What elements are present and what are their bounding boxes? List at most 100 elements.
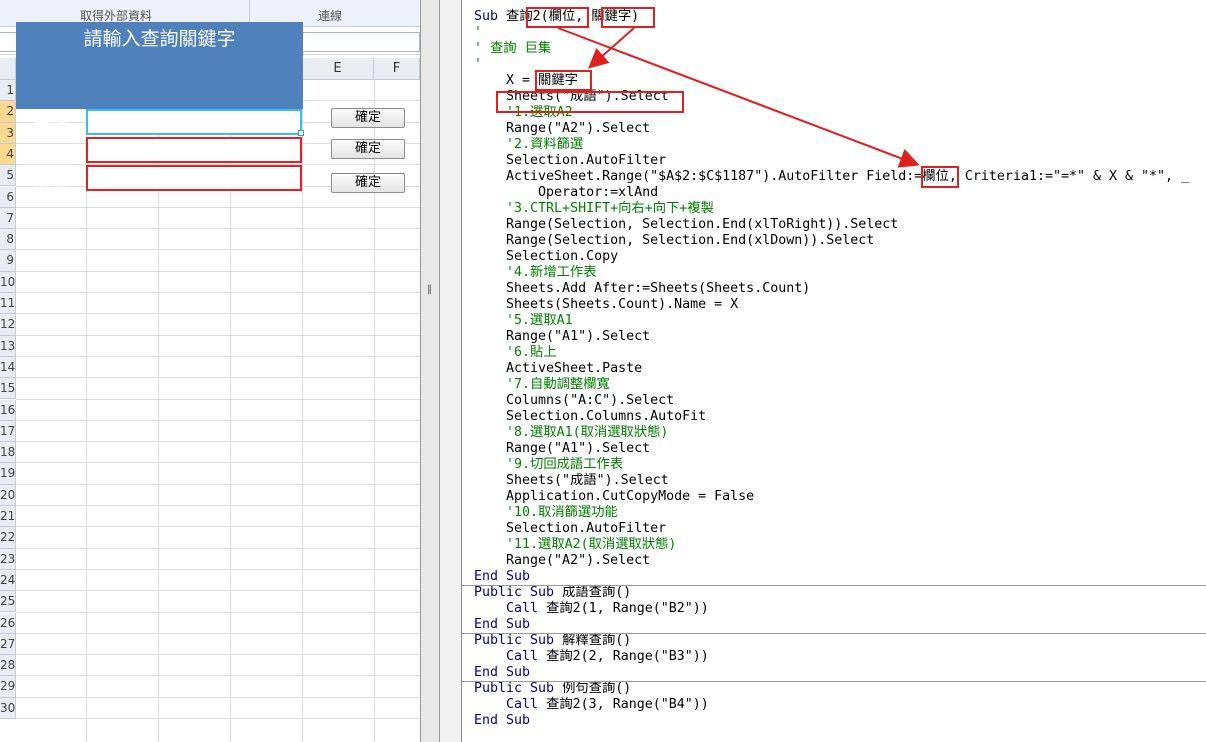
- meaning-input-cell[interactable]: [86, 137, 302, 163]
- row-header[interactable]: 23: [0, 548, 16, 570]
- window-splitter[interactable]: ‖: [420, 0, 440, 742]
- label-meaning: 解釋: [31, 145, 70, 167]
- code-comment-line[interactable]: ': [474, 25, 482, 41]
- code-comment-line[interactable]: '9.切回成語工作表: [474, 457, 623, 473]
- vba-code-window[interactable]: Sub 查詢2(欄位, 關鍵字) ' ' 查詢 巨集 ' X = 關鍵字 Sheets…: [462, 0, 1206, 742]
- code-comment-line[interactable]: '2.資料篩選: [474, 137, 583, 153]
- row-header[interactable]: 21: [0, 506, 16, 528]
- idiom-input-cell[interactable]: [86, 109, 302, 135]
- row-header[interactable]: 8: [0, 229, 16, 251]
- code-margin-bar[interactable]: [440, 0, 462, 742]
- highlight-field-param: [526, 7, 589, 28]
- code-line[interactable]: Call 查詢2(3, Range("B4")): [474, 697, 709, 713]
- gridline: [16, 505, 420, 506]
- code-line[interactable]: Selection.Columns.AutoFit: [474, 409, 706, 425]
- code-comment-line[interactable]: '5.選取A1: [474, 313, 573, 329]
- row-header[interactable]: 29: [0, 676, 16, 698]
- code-line[interactable]: Public Sub 成語查詢(): [474, 585, 631, 601]
- row-header[interactable]: 16: [0, 399, 16, 421]
- code-line[interactable]: Selection.AutoFilter: [474, 521, 666, 537]
- code-line[interactable]: End Sub: [474, 713, 530, 729]
- confirm-example-button[interactable]: 確定: [331, 173, 405, 193]
- code-line[interactable]: Selection.AutoFilter: [474, 153, 666, 169]
- code-line[interactable]: Public Sub 解釋查詢(): [474, 633, 631, 649]
- code-comment-line[interactable]: '6.貼上: [474, 345, 557, 361]
- code-comment-line[interactable]: '7.自動調整欄寬: [474, 377, 610, 393]
- code-line[interactable]: Application.CutCopyMode = False: [474, 489, 754, 505]
- row-header[interactable]: 19: [0, 463, 16, 485]
- procedure-separator: [462, 585, 1206, 586]
- confirm-idiom-button[interactable]: 確定: [331, 108, 405, 128]
- row-header[interactable]: 4: [0, 143, 16, 166]
- row-header[interactable]: 25: [0, 591, 16, 613]
- row-header[interactable]: 18: [0, 442, 16, 464]
- row-header[interactable]: 27: [0, 633, 16, 656]
- code-comment-line[interactable]: '4.新增工作表: [474, 265, 597, 281]
- row-header[interactable]: 9: [0, 250, 16, 272]
- code-line[interactable]: Range("A2").Select: [474, 121, 650, 137]
- procedure-separator: [462, 633, 1206, 634]
- row-header[interactable]: 13: [0, 335, 16, 357]
- column-header-f[interactable]: F: [374, 58, 420, 80]
- gridline: [16, 377, 420, 379]
- confirm-meaning-button[interactable]: 確定: [331, 139, 405, 159]
- code-line[interactable]: Call 查詢2(1, Range("B2")): [474, 601, 709, 617]
- row-header[interactable]: 17: [0, 420, 16, 443]
- row-header[interactable]: 2: [0, 101, 16, 123]
- code-comment-line[interactable]: ' 查詢 巨集: [474, 41, 551, 57]
- ribbon-group-connections[interactable]: 連線: [318, 7, 342, 24]
- select-all-corner[interactable]: [0, 58, 16, 80]
- row-header[interactable]: 11: [0, 293, 16, 315]
- code-line[interactable]: Range(Selection, Selection.End(xlToRight…: [474, 217, 898, 233]
- gridline: [16, 547, 420, 549]
- splitter-grip-icon[interactable]: ‖: [427, 284, 432, 295]
- row-header[interactable]: 5: [0, 165, 16, 187]
- row-header[interactable]: 15: [0, 378, 16, 400]
- code-line[interactable]: Operator:=xlAnd: [474, 185, 658, 201]
- row-header[interactable]: 6: [0, 186, 16, 208]
- code-comment-line[interactable]: '10.取消篩選功能: [474, 505, 618, 521]
- row-header[interactable]: 1: [0, 80, 16, 102]
- code-line[interactable]: End Sub: [474, 617, 530, 633]
- code-comment-line[interactable]: ': [474, 57, 482, 73]
- gridline: [16, 696, 420, 698]
- code-line[interactable]: Public Sub 例句查詢(): [474, 681, 631, 697]
- code-comment-line[interactable]: '11.選取A2(取消選取狀態): [474, 537, 676, 553]
- column-header-e[interactable]: E: [302, 58, 374, 80]
- row-header[interactable]: 22: [0, 527, 16, 549]
- gridline: [16, 228, 420, 230]
- row-header[interactable]: 7: [0, 207, 16, 230]
- code-line[interactable]: Call 查詢2(2, Range("B3")): [474, 649, 709, 665]
- row-header[interactable]: 30: [0, 697, 16, 719]
- gridline: [16, 441, 420, 443]
- code-line[interactable]: Range("A2").Select: [474, 553, 650, 569]
- code-line[interactable]: ActiveSheet.Range("$A$2:$C$1187").AutoFi…: [474, 169, 1189, 185]
- code-line[interactable]: ActiveSheet.Paste: [474, 361, 642, 377]
- code-line[interactable]: Sheets(Sheets.Count).Name = X: [474, 297, 738, 313]
- label-example: 例句: [31, 173, 70, 195]
- row-header[interactable]: 26: [0, 612, 16, 634]
- gridline: [16, 313, 420, 315]
- code-line[interactable]: Sheets.Add After:=Sheets(Sheets.Count): [474, 281, 810, 297]
- row-header[interactable]: 14: [0, 356, 16, 379]
- fill-handle[interactable]: [298, 130, 304, 136]
- code-line[interactable]: Range(Selection, Selection.End(xlDown)).…: [474, 233, 874, 249]
- code-line[interactable]: End Sub: [474, 665, 530, 681]
- row-header[interactable]: 20: [0, 484, 16, 506]
- row-header[interactable]: 28: [0, 655, 16, 677]
- code-comment-line[interactable]: '8.選取A1(取消選取狀態): [474, 425, 668, 441]
- row-header[interactable]: 3: [0, 122, 16, 144]
- row-header[interactable]: 12: [0, 314, 16, 336]
- row-header[interactable]: 10: [0, 271, 16, 293]
- code-line[interactable]: Range("A1").Select: [474, 329, 650, 345]
- formula-input[interactable]: [288, 32, 420, 52]
- code-line[interactable]: End Sub: [474, 569, 530, 585]
- code-comment-line[interactable]: '3.CTRL+SHIFT+向右+向下+複製: [474, 201, 714, 217]
- gridline: [16, 355, 420, 357]
- code-line[interactable]: Sheets("成語").Select: [474, 473, 669, 489]
- code-line[interactable]: Range("A1").Select: [474, 441, 650, 457]
- example-input-cell[interactable]: [86, 165, 302, 191]
- code-line[interactable]: Columns("A:C").Select: [474, 393, 674, 409]
- row-header[interactable]: 24: [0, 569, 16, 592]
- code-line[interactable]: Selection.Copy: [474, 249, 618, 265]
